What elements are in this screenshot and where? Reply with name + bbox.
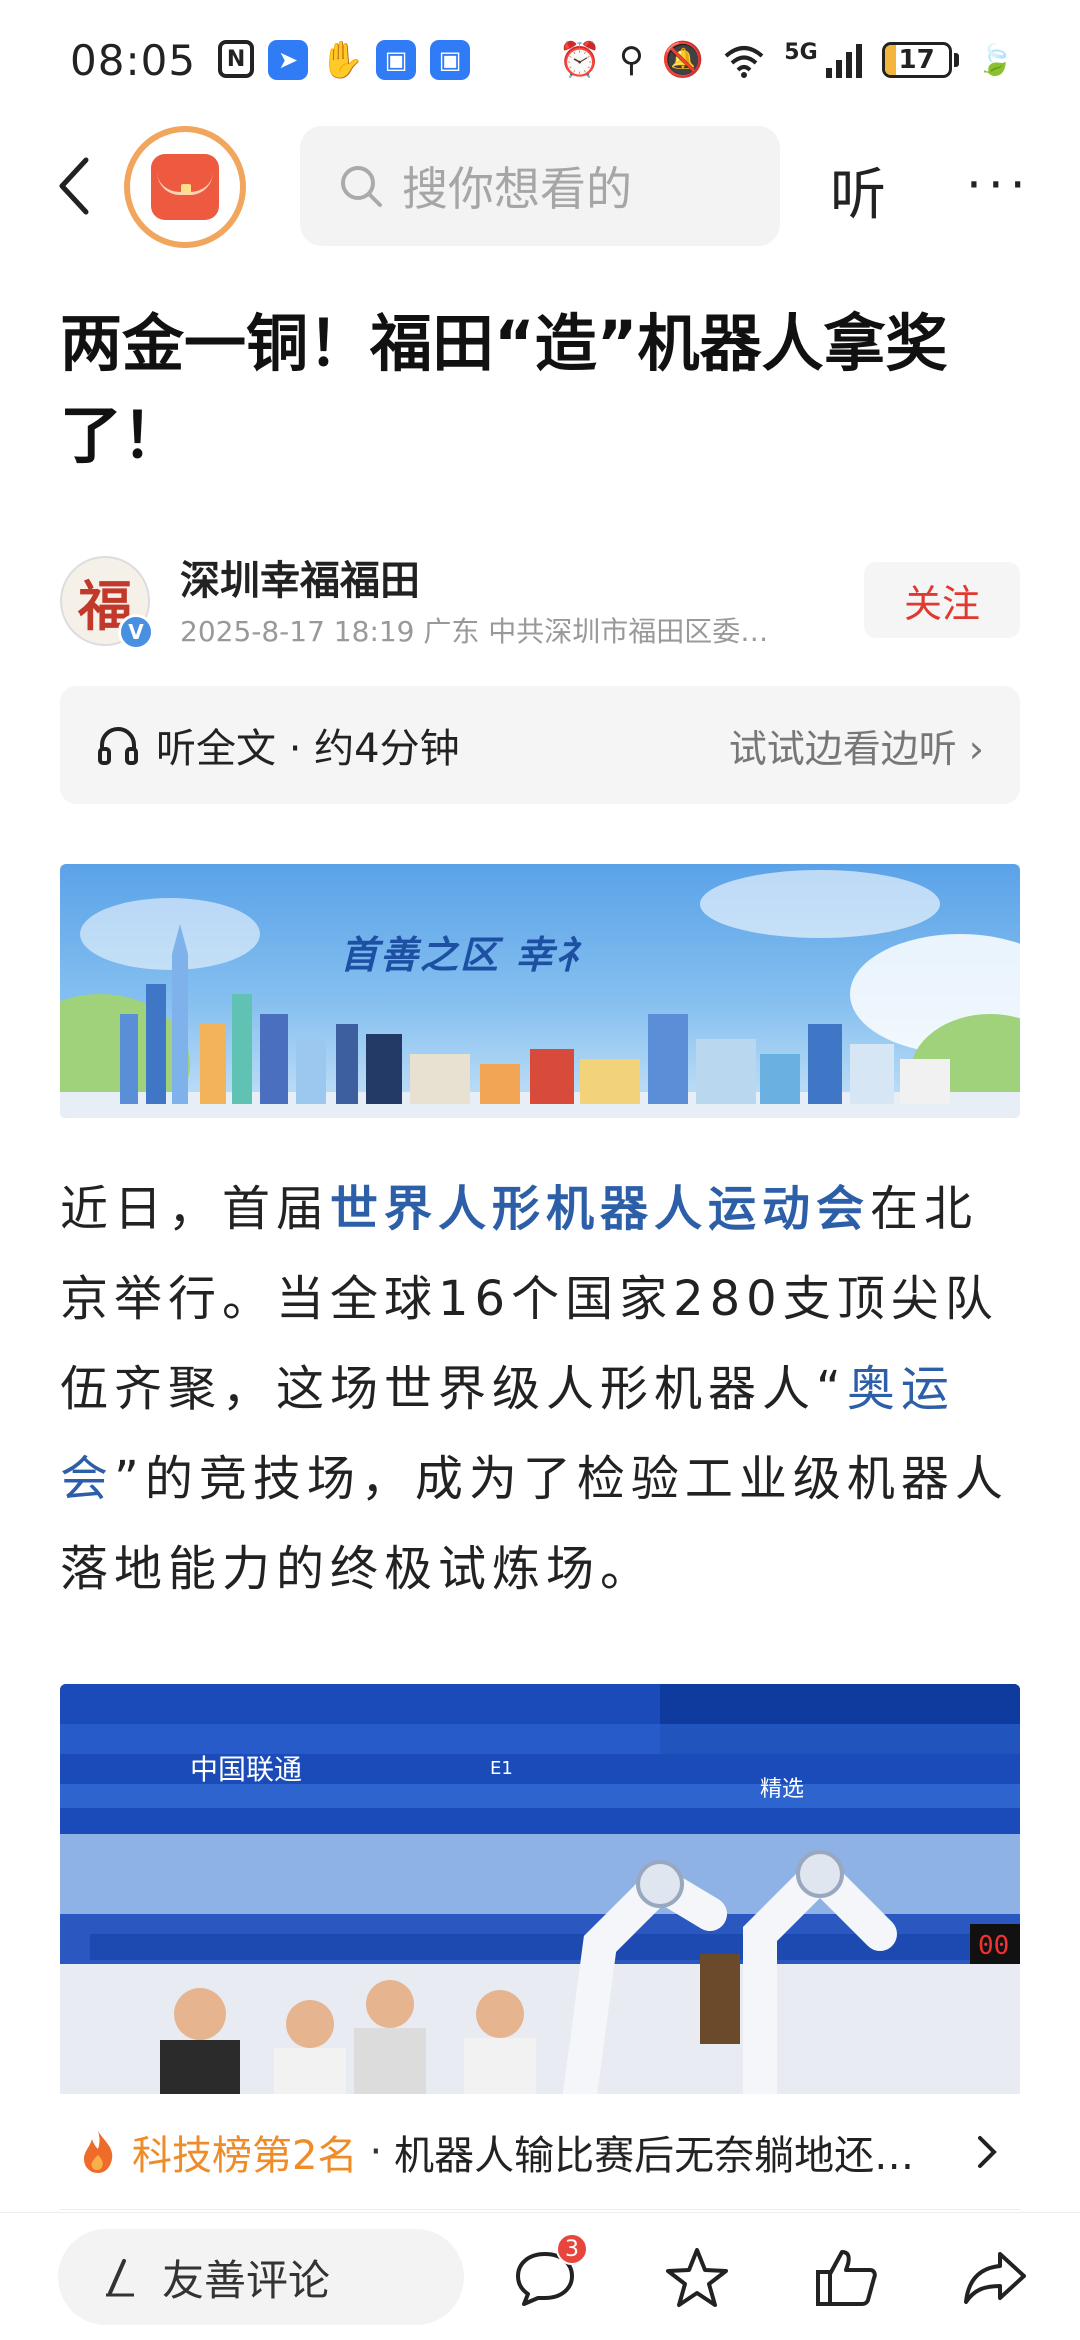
listen-button[interactable]: 听 bbox=[830, 150, 886, 231]
author-meta: 2025-8-17 18:19 广东 中共深圳市福田区委… bbox=[180, 615, 769, 648]
trending-news-bar[interactable]: 科技榜第2名 · 机器人输比赛后无奈躺地还… bbox=[60, 2094, 1020, 2210]
share-arrow-icon bbox=[964, 2252, 1026, 2304]
topic-link-world-humanoid-robot-games[interactable]: 世界人形机器人运动会 bbox=[330, 1181, 870, 1237]
star-icon bbox=[666, 2248, 728, 2307]
wifi-icon bbox=[724, 46, 764, 78]
favorite-button[interactable] bbox=[662, 2243, 732, 2313]
trend-separator: · bbox=[369, 2128, 383, 2175]
listen-while-reading-link[interactable]: 试试边看边听 › bbox=[729, 718, 984, 773]
chevron-right-icon bbox=[978, 2135, 997, 2168]
article-banner-image: 首善之区 幸礻 bbox=[60, 864, 1020, 1118]
mute-icon: 🔕 bbox=[661, 40, 705, 80]
trend-title: 机器人输比赛后无奈躺地还… bbox=[394, 2132, 915, 2179]
back-arrow-icon bbox=[59, 157, 89, 215]
app-notification-icon: ▣ bbox=[376, 40, 417, 80]
hand-icon: ✋ bbox=[319, 40, 365, 81]
more-button[interactable]: ··· bbox=[966, 156, 1032, 214]
like-button[interactable] bbox=[812, 2243, 882, 2313]
battery-indicator: 17 bbox=[881, 42, 959, 78]
red-packet-button[interactable] bbox=[124, 126, 246, 248]
robot-competition-photo: 中国联通 E1 精选 00 bbox=[60, 1684, 1020, 2094]
search-placeholder: 搜你想看的 bbox=[402, 162, 632, 216]
top-nav: 搜你想看的 听 ··· bbox=[0, 126, 1080, 248]
author-name[interactable]: 深圳幸福福田 bbox=[180, 548, 420, 606]
author-avatar[interactable]: 福 V bbox=[60, 556, 154, 650]
trend-rank: 科技榜第2名 bbox=[132, 2132, 358, 2179]
status-bar: 08:05 N ➤ ✋ ▣ ▣ ⏰ ⚲ 🔕 5G 17 🍃 bbox=[0, 0, 1080, 120]
comment-count-badge: 3 bbox=[556, 2233, 588, 2265]
listen-label: 听全文 · 约4分钟 bbox=[156, 726, 460, 772]
bottom-action-bar: 友善评论 3 bbox=[0, 2212, 1080, 2340]
section-sign: E1 bbox=[490, 1758, 513, 1779]
verified-badge-icon: V bbox=[118, 614, 154, 650]
banner-slogan: 首善之区 幸礻 bbox=[340, 933, 596, 977]
thumbs-up-icon bbox=[816, 2250, 877, 2306]
comment-input[interactable]: 友善评论 bbox=[58, 2229, 464, 2325]
article-photo[interactable]: 中国联通 E1 精选 00 bbox=[60, 1684, 1020, 2094]
pen-icon bbox=[106, 2259, 134, 2297]
flame-icon bbox=[84, 2130, 113, 2173]
search-icon bbox=[341, 166, 382, 207]
article-title: 两金一铜！福田“造”机器人拿奖了！ bbox=[60, 307, 948, 472]
nfc-icon: N bbox=[218, 40, 255, 78]
location-icon: ⚲ bbox=[619, 40, 644, 80]
headphone-icon bbox=[98, 727, 138, 765]
comments-button[interactable]: 3 bbox=[510, 2233, 588, 2313]
share-button[interactable] bbox=[960, 2243, 1030, 2313]
red-envelope-icon bbox=[151, 154, 219, 220]
leaf-icon: 🍃 bbox=[976, 42, 1014, 78]
status-time: 08:05 bbox=[70, 35, 197, 85]
notification-icons: N ➤ ✋ ▣ ▣ bbox=[218, 40, 471, 81]
city-skyline-illustration bbox=[60, 870, 1020, 1118]
bird-app-icon: ➤ bbox=[268, 40, 309, 80]
timer-display: 00 bbox=[978, 1931, 1009, 1961]
listen-full-article-bar[interactable]: 听全文 · 约4分钟 试试边看边听 › bbox=[60, 686, 1020, 804]
network-type: 5G bbox=[784, 39, 818, 65]
back-button[interactable] bbox=[46, 154, 102, 218]
search-input[interactable]: 搜你想看的 bbox=[300, 126, 780, 246]
paragraph-text: 近日，首届 bbox=[60, 1181, 331, 1237]
signal-icon bbox=[825, 44, 862, 78]
system-indicators: ⏰ ⚲ 🔕 5G 17 🍃 bbox=[558, 39, 1014, 81]
article-paragraph: 近日，首届世界人形机器人运动会在北京举行。当全球16个国家280支顶尖队伍齐聚，… bbox=[60, 1164, 1026, 1614]
alarm-icon: ⏰ bbox=[558, 40, 602, 80]
follow-button[interactable]: 关注 bbox=[864, 562, 1020, 638]
battery-level: 17 bbox=[898, 45, 935, 75]
sponsor-sign: 中国联通 bbox=[190, 1753, 302, 1786]
paragraph-text: ”的竞技场，成为了检验工业级机器人落地能力的终极试炼场。 bbox=[60, 1451, 1009, 1597]
selection-sign: 精选 bbox=[760, 1777, 804, 1802]
app-notification-icon-2: ▣ bbox=[430, 40, 471, 80]
comment-placeholder: 友善评论 bbox=[162, 2255, 331, 2305]
battery-fill bbox=[884, 45, 896, 75]
